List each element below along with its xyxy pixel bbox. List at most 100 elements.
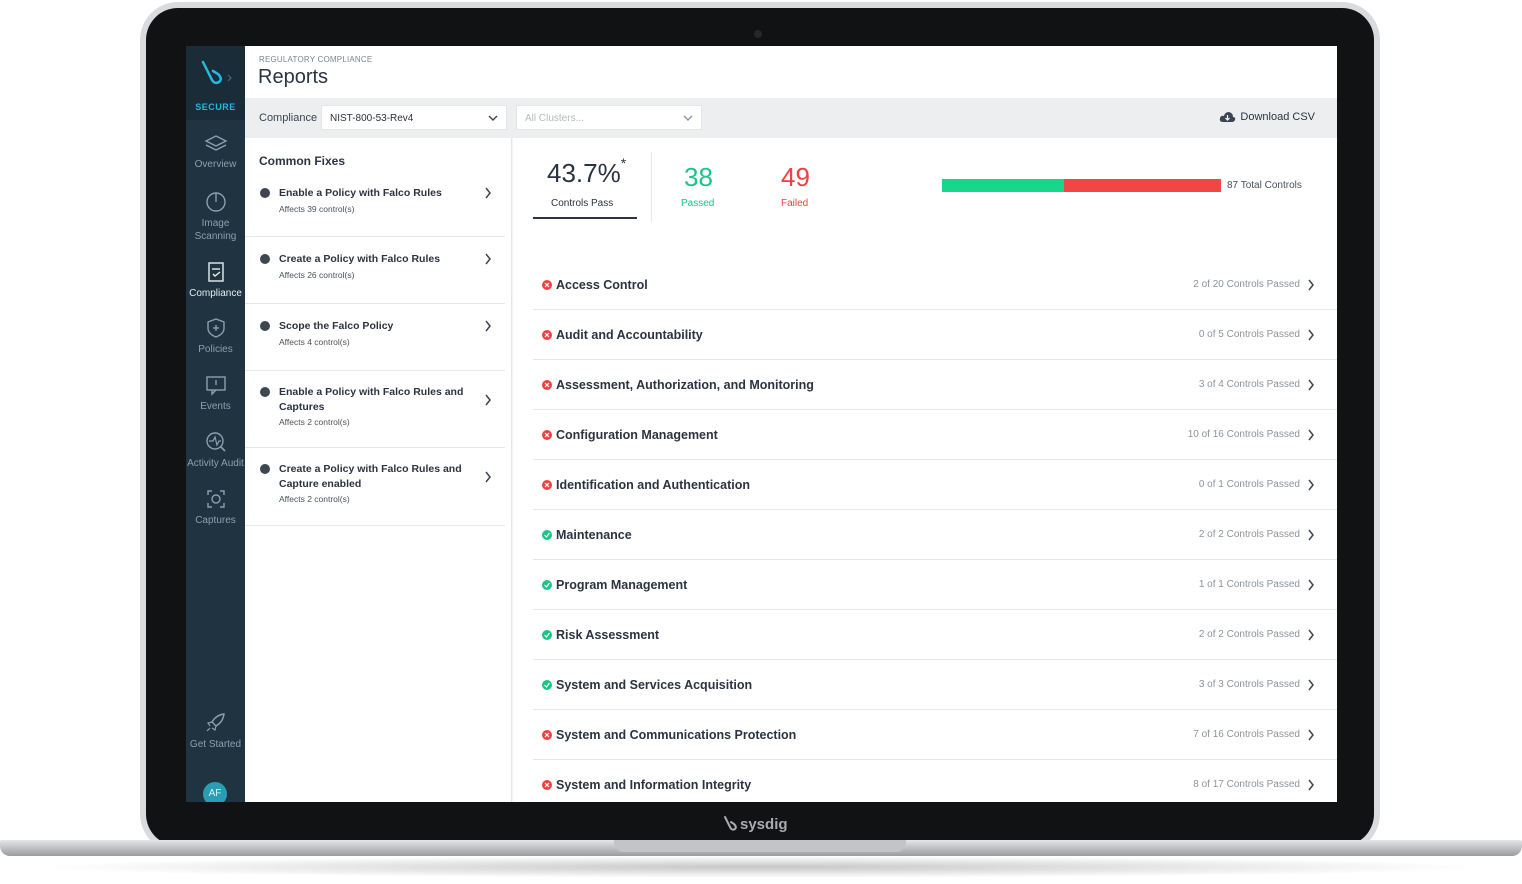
chevron-right-icon bbox=[1308, 379, 1314, 391]
clusters-select[interactable]: All Clusters... bbox=[516, 105, 702, 130]
avatar[interactable]: AF bbox=[203, 782, 227, 802]
control-family-row[interactable]: Audit and Accountability 0 of 5 Controls … bbox=[533, 310, 1337, 360]
stat-divider bbox=[651, 152, 652, 222]
laptop-notch bbox=[614, 840, 906, 852]
controls-passed-count: 2 of 20 Controls Passed bbox=[1193, 279, 1300, 290]
chevron-right-icon bbox=[485, 253, 491, 265]
fix-title: Enable a Policy with Falco Rules and Cap… bbox=[279, 386, 464, 413]
fix-icon bbox=[260, 464, 270, 474]
fix-item[interactable]: Scope the Falco Policy Affects 4 control… bbox=[245, 304, 505, 371]
fix-title: Create a Policy with Falco Rules bbox=[279, 253, 441, 265]
sidebar-item-compliance[interactable]: Compliance bbox=[186, 261, 245, 300]
sidebar-item-events[interactable]: Events bbox=[186, 374, 245, 413]
fix-item[interactable]: Create a Policy with Falco Rules Affects… bbox=[245, 237, 505, 304]
clusters-select-placeholder: All Clusters... bbox=[525, 113, 584, 124]
camera bbox=[754, 30, 762, 38]
layers-icon bbox=[203, 135, 228, 151]
fix-title: Scope the Falco Policy bbox=[279, 320, 394, 332]
controls-progress-bar bbox=[942, 179, 1221, 192]
pass-status-icon bbox=[542, 630, 552, 640]
sysdig-logo: sysdig bbox=[722, 815, 788, 833]
sidebar-item-label: Image Scanning bbox=[194, 218, 237, 242]
pass-rate-label: Controls Pass bbox=[551, 198, 614, 209]
product-label: SECURE bbox=[195, 102, 236, 112]
sidebar-item-label: Policies bbox=[198, 344, 233, 355]
control-family-row[interactable]: System and Communications Protection 7 of… bbox=[533, 710, 1337, 760]
control-family-row[interactable]: System and Services Acquisition 3 of 3 Co… bbox=[533, 660, 1337, 710]
control-family-row[interactable]: Program Management 1 of 1 Controls Passed bbox=[533, 560, 1337, 610]
download-csv-button[interactable]: Download CSV bbox=[1219, 111, 1315, 123]
compliance-select[interactable]: NIST-800-53-Rev4 bbox=[321, 105, 507, 130]
fix-title: Enable a Policy with Falco Rules bbox=[279, 187, 442, 199]
fix-affects: Affects 2 control(s) bbox=[279, 417, 350, 427]
sidebar-item-policies[interactable]: Policies bbox=[186, 317, 245, 356]
control-family-name: System and Information Integrity bbox=[556, 778, 752, 792]
passed-count[interactable]: 38 bbox=[684, 162, 713, 193]
controls-passed-count: 7 of 16 Controls Passed bbox=[1193, 729, 1300, 740]
chevron-right-icon bbox=[485, 187, 491, 199]
page-header: REGULATORY COMPLIANCE Reports bbox=[245, 46, 1337, 98]
fail-status-icon bbox=[542, 330, 552, 340]
failed-bar-segment bbox=[1063, 179, 1221, 192]
control-family-row[interactable]: Assessment, Authorization, and Monitorin… bbox=[533, 360, 1337, 410]
control-family-row[interactable]: Access Control 2 of 20 Controls Passed bbox=[533, 260, 1337, 310]
chevron-right-icon bbox=[485, 471, 491, 483]
controls-passed-count: 3 of 3 Controls Passed bbox=[1198, 679, 1300, 690]
sidebar-item-overview[interactable]: Overview bbox=[186, 134, 245, 171]
controls-passed-count: 3 of 4 Controls Passed bbox=[1198, 379, 1300, 390]
chevron-right-icon bbox=[1308, 779, 1314, 791]
scan-icon bbox=[205, 192, 226, 212]
fail-status-icon bbox=[542, 780, 552, 790]
controls-passed-count: 8 of 17 Controls Passed bbox=[1193, 779, 1300, 790]
product-switcher[interactable]: SECURE bbox=[186, 46, 245, 120]
chevron-right-icon bbox=[1308, 529, 1314, 541]
sysdig-hand-icon bbox=[201, 60, 232, 85]
fix-item[interactable]: Create a Policy with Falco Rules and Cap… bbox=[245, 448, 505, 526]
passed-bar-segment bbox=[942, 179, 1064, 192]
common-fixes-title: Common Fixes bbox=[259, 154, 346, 168]
sidebar-item-label: Activity Audit bbox=[187, 458, 244, 469]
fix-affects: Affects 39 control(s) bbox=[279, 204, 355, 214]
control-family-name: System and Services Acquisition bbox=[556, 678, 753, 692]
breadcrumb: REGULATORY COMPLIANCE bbox=[259, 55, 373, 64]
chevron-right-icon bbox=[1308, 579, 1314, 591]
shield-icon bbox=[206, 318, 225, 338]
sidebar-item-captures[interactable]: Captures bbox=[186, 488, 245, 527]
pass-rate-value[interactable]: 43.7%* bbox=[547, 155, 627, 189]
fail-status-icon bbox=[542, 480, 552, 490]
pass-rate-footnote-mark: * bbox=[620, 155, 627, 172]
control-family-row[interactable]: Maintenance 2 of 2 Controls Passed bbox=[533, 510, 1337, 560]
pass-rate-number: 43.7% bbox=[547, 158, 621, 188]
rocket-icon bbox=[206, 713, 225, 732]
failed-count[interactable]: 49 bbox=[781, 162, 810, 193]
sidebar-item-activity-audit[interactable]: Activity Audit bbox=[186, 431, 245, 470]
fix-item[interactable]: Enable a Policy with Falco Rules and Cap… bbox=[245, 371, 505, 448]
control-family-name: Program Management bbox=[556, 578, 688, 592]
fix-item[interactable]: Enable a Policy with Falco Rules Affects… bbox=[245, 178, 505, 237]
control-family-name: Audit and Accountability bbox=[556, 328, 703, 342]
sidebar-item-image-scanning[interactable]: Image Scanning bbox=[186, 191, 245, 243]
failed-label: Failed bbox=[781, 198, 809, 209]
get-started-button[interactable]: Get Started bbox=[186, 712, 245, 751]
pass-status-icon bbox=[542, 530, 552, 540]
app-screen: SECURE Overview Image Scanning Complianc… bbox=[186, 46, 1337, 802]
download-csv-label: Download CSV bbox=[1240, 111, 1315, 123]
compliance-label: Compliance bbox=[259, 112, 318, 124]
control-family-name: Assessment, Authorization, and Monitorin… bbox=[556, 378, 814, 392]
fix-affects: Affects 2 control(s) bbox=[279, 494, 350, 504]
controls-passed-count: 2 of 2 Controls Passed bbox=[1198, 529, 1300, 540]
control-family-row[interactable]: Risk Assessment 2 of 2 Controls Passed bbox=[533, 610, 1337, 660]
fix-icon bbox=[260, 321, 270, 331]
total-controls-label: 87 Total Controls bbox=[1227, 180, 1302, 191]
control-family-row[interactable]: Identification and Authentication 0 of 1 … bbox=[533, 460, 1337, 510]
fail-status-icon bbox=[542, 730, 552, 740]
control-family-name: Configuration Management bbox=[556, 428, 718, 442]
chevron-right-icon bbox=[1308, 429, 1314, 441]
chevron-right-icon bbox=[1308, 629, 1314, 641]
control-family-row[interactable]: System and Information Integrity 8 of 17 … bbox=[533, 760, 1337, 802]
laptop-shadow bbox=[30, 856, 1490, 878]
controls-passed-count: 2 of 2 Controls Passed bbox=[1198, 629, 1300, 640]
control-family-row[interactable]: Configuration Management 10 of 16 Control… bbox=[533, 410, 1337, 460]
capture-icon bbox=[206, 490, 225, 508]
controls-passed-count: 10 of 16 Controls Passed bbox=[1187, 429, 1300, 440]
